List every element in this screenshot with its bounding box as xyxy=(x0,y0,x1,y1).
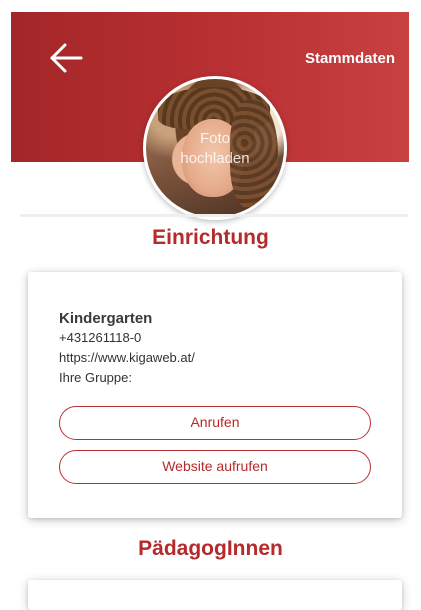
facility-phone: +431261118-0 xyxy=(59,330,142,345)
facility-website: https://www.kigaweb.at/ xyxy=(59,350,195,365)
avatar-upload[interactable]: Foto hochladen xyxy=(143,76,287,220)
facility-section-title: Einrichtung xyxy=(152,226,269,249)
educators-card xyxy=(28,580,402,610)
arrow-left-icon xyxy=(50,43,83,73)
section-divider xyxy=(20,214,408,217)
photo-upload-label: Foto hochladen xyxy=(146,129,284,169)
educators-section-title: PädagogInnen xyxy=(138,537,283,560)
photo-upload-label-line1: Foto xyxy=(199,130,230,147)
open-website-button[interactable]: Website aufrufen xyxy=(59,450,371,484)
back-button[interactable] xyxy=(49,42,85,74)
facility-group: Ihre Gruppe: xyxy=(59,370,132,385)
call-button[interactable]: Anrufen xyxy=(59,406,371,440)
page-title: Stammdaten xyxy=(304,50,395,67)
facility-name: Kindergarten xyxy=(59,310,153,327)
facility-card: Kindergarten +431261118-0 https://www.ki… xyxy=(28,272,402,518)
photo-upload-label-line2: hochladen xyxy=(180,150,250,167)
